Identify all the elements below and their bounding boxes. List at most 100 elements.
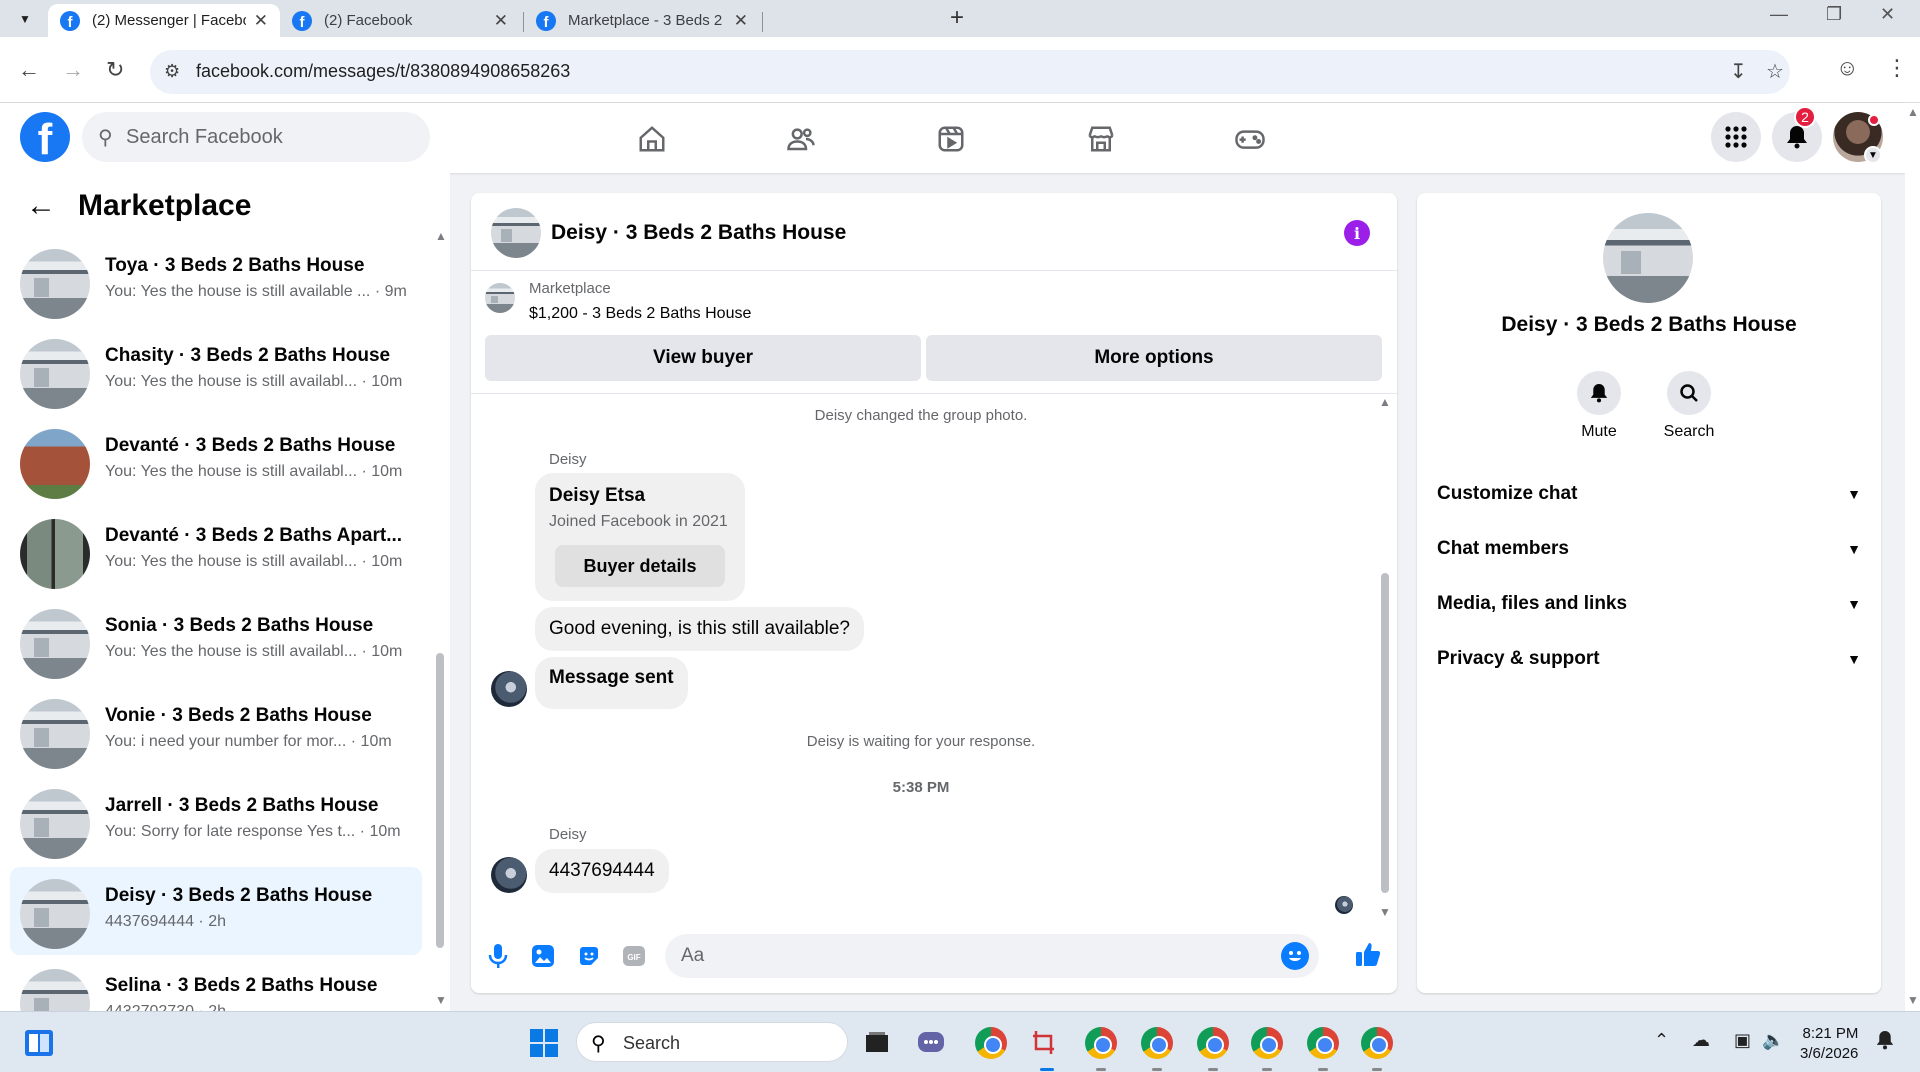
gif-icon[interactable]: GIF <box>619 941 649 971</box>
notification-bell-icon[interactable] <box>1876 1030 1894 1055</box>
chat-app-icon[interactable] <box>914 1026 948 1060</box>
sticker-icon[interactable] <box>574 941 604 971</box>
tab-messenger[interactable]: f (2) Messenger | Facebook ✕ <box>48 4 280 37</box>
message-bubble[interactable]: Good evening, is this still available? <box>535 607 865 651</box>
browser-menu-icon[interactable]: ⋮ <box>1886 55 1908 81</box>
chrome-profile-icon[interactable] <box>1196 1026 1230 1060</box>
close-tab-icon[interactable]: ✕ <box>254 11 268 31</box>
emoji-icon[interactable] <box>1281 942 1309 970</box>
mute-action[interactable]: Mute <box>1559 371 1639 441</box>
tab-facebook[interactable]: f (2) Facebook ✕ <box>280 4 520 37</box>
taskbar-search[interactable]: ⚲ Search <box>576 1022 848 1062</box>
conversation-name: Deisy · 3 Beds 2 Baths House <box>105 885 373 906</box>
message-bubble[interactable]: 4437694444 <box>535 849 669 893</box>
reload-icon[interactable]: ↻ <box>106 57 124 83</box>
bell-icon <box>1577 371 1621 415</box>
scrollbar-thumb[interactable] <box>1381 573 1389 893</box>
chat-avatar[interactable] <box>491 208 541 258</box>
scroll-down-icon[interactable]: ▼ <box>1379 905 1391 919</box>
tray-chevron-up-icon[interactable]: ⌃ <box>1654 1030 1669 1051</box>
facebook-header: f ⚲ Search Facebook 2 ▼ <box>0 103 1905 173</box>
page-scrollbar[interactable]: ▲ ▼ <box>1905 103 1920 1011</box>
conversation-item[interactable]: Devanté · 3 Beds 2 Baths House You: Yes … <box>10 417 422 505</box>
scroll-down-icon[interactable]: ▼ <box>1907 993 1919 1007</box>
sender-avatar[interactable] <box>491 857 527 893</box>
volume-icon[interactable]: 🔈 <box>1762 1030 1784 1051</box>
minimize-icon[interactable]: — <box>1770 4 1788 25</box>
close-window-icon[interactable]: ✕ <box>1880 4 1895 25</box>
scroll-up-icon[interactable]: ▲ <box>1907 105 1919 119</box>
conversation-item-selected[interactable]: Deisy · 3 Beds 2 Baths House 4437694444 … <box>10 867 422 955</box>
chat-title[interactable]: Deisy · 3 Beds 2 Baths House <box>551 221 846 245</box>
conversation-item[interactable]: Vonie · 3 Beds 2 Baths House You: i need… <box>10 687 422 775</box>
chrome-profile-icon[interactable] <box>1360 1026 1394 1060</box>
conversation-item[interactable]: Selina · 3 Beds 2 Baths House 4432702730… <box>10 957 422 1011</box>
gaming-icon[interactable] <box>1230 119 1270 159</box>
photo-icon[interactable] <box>528 941 558 971</box>
message-bubble[interactable]: Message sent <box>535 657 688 709</box>
back-arrow-icon[interactable]: ← <box>26 189 56 223</box>
apps-menu-icon[interactable] <box>1711 112 1761 162</box>
media-files-links-section[interactable]: Media, files and links ▼ <box>1437 584 1861 624</box>
chevron-down-icon[interactable]: ▼ <box>1864 146 1882 164</box>
like-thumb-icon[interactable] <box>1353 939 1383 969</box>
back-icon[interactable]: ← <box>18 57 40 83</box>
close-tab-icon[interactable]: ✕ <box>734 11 748 31</box>
view-buyer-button[interactable]: View buyer <box>485 335 921 381</box>
info-icon[interactable]: i <box>1344 220 1370 246</box>
scroll-up-icon[interactable]: ▲ <box>435 229 447 243</box>
customize-chat-section[interactable]: Customize chat ▼ <box>1437 474 1861 514</box>
home-icon[interactable] <box>632 119 672 159</box>
url-text[interactable]: facebook.com/messages/t/8380894908658263 <box>196 61 570 82</box>
sidebar-scrollbar[interactable]: ▲ ▼ <box>435 229 447 1007</box>
buyer-details-button[interactable]: Buyer details <box>555 545 725 587</box>
conversation-item[interactable]: Sonia · 3 Beds 2 Baths House You: Yes th… <box>10 597 422 685</box>
conversation-item[interactable]: Toya · 3 Beds 2 Baths House You: Yes the… <box>10 237 422 325</box>
chrome-profile-icon[interactable] <box>1084 1026 1118 1060</box>
chrome-profile-icon[interactable] <box>1140 1026 1174 1060</box>
facebook-search[interactable]: ⚲ Search Facebook <box>82 112 430 162</box>
scroll-up-icon[interactable]: ▲ <box>1379 395 1391 409</box>
system-clock[interactable]: 8:21 PM 3/6/2026 <box>1800 1024 1858 1064</box>
conversation-item[interactable]: Devanté · 3 Beds 2 Baths Apart... You: Y… <box>10 507 422 595</box>
conversation-item[interactable]: Jarrell · 3 Beds 2 Baths House You: Sorr… <box>10 777 422 865</box>
network-icon[interactable]: ▣ <box>1734 1030 1751 1051</box>
more-options-button[interactable]: More options <box>926 335 1382 381</box>
scroll-down-icon[interactable]: ▼ <box>435 993 447 1007</box>
chrome-profile-icon[interactable] <box>1250 1026 1284 1060</box>
site-info-icon[interactable]: ⚙ <box>164 61 180 82</box>
cloud-offline-icon[interactable]: ☁ <box>1692 1030 1710 1051</box>
profile-icon[interactable]: ☺ <box>1836 55 1858 81</box>
chat-info-avatar[interactable] <box>1603 213 1693 303</box>
clock-date: 3/6/2026 <box>1800 1045 1859 1062</box>
facebook-logo-icon[interactable]: f <box>20 112 70 162</box>
chat-members-section[interactable]: Chat members ▼ <box>1437 529 1861 569</box>
widgets-icon[interactable] <box>22 1026 56 1060</box>
privacy-support-section[interactable]: Privacy & support ▼ <box>1437 639 1861 679</box>
start-icon[interactable] <box>527 1026 561 1060</box>
chrome-icon[interactable] <box>974 1026 1008 1060</box>
forward-icon[interactable]: → <box>62 57 84 83</box>
chat-scrollbar[interactable]: ▲ ▼ <box>1379 395 1391 935</box>
snipping-tool-icon[interactable] <box>1028 1026 1062 1060</box>
new-tab-button[interactable]: + <box>950 4 964 32</box>
tab-search-button[interactable]: ▼ <box>12 6 38 32</box>
search-action[interactable]: Search <box>1649 371 1729 441</box>
message-input[interactable]: Aa <box>665 934 1319 978</box>
microphone-icon[interactable] <box>483 941 513 971</box>
task-view-icon[interactable] <box>860 1026 894 1060</box>
tab-marketplace[interactable]: f Marketplace - 3 Beds 2 Baths H ✕ <box>524 4 760 37</box>
marketplace-icon[interactable] <box>1081 119 1121 159</box>
bookmark-star-icon[interactable]: ☆ <box>1766 59 1784 84</box>
scrollbar-thumb[interactable] <box>436 653 444 948</box>
address-bar[interactable]: ⚙ facebook.com/messages/t/83808949086582… <box>150 50 1790 94</box>
install-app-icon[interactable]: ↧ <box>1730 59 1747 84</box>
video-icon[interactable] <box>931 119 971 159</box>
close-tab-icon[interactable]: ✕ <box>494 11 508 31</box>
sender-avatar[interactable] <box>491 671 527 707</box>
restore-icon[interactable]: ❐ <box>1826 4 1842 25</box>
friends-icon[interactable] <box>781 119 821 159</box>
sidebar-title: Marketplace <box>78 189 252 222</box>
chrome-profile-icon[interactable] <box>1306 1026 1340 1060</box>
conversation-item[interactable]: Chasity · 3 Beds 2 Baths House You: Yes … <box>10 327 422 415</box>
